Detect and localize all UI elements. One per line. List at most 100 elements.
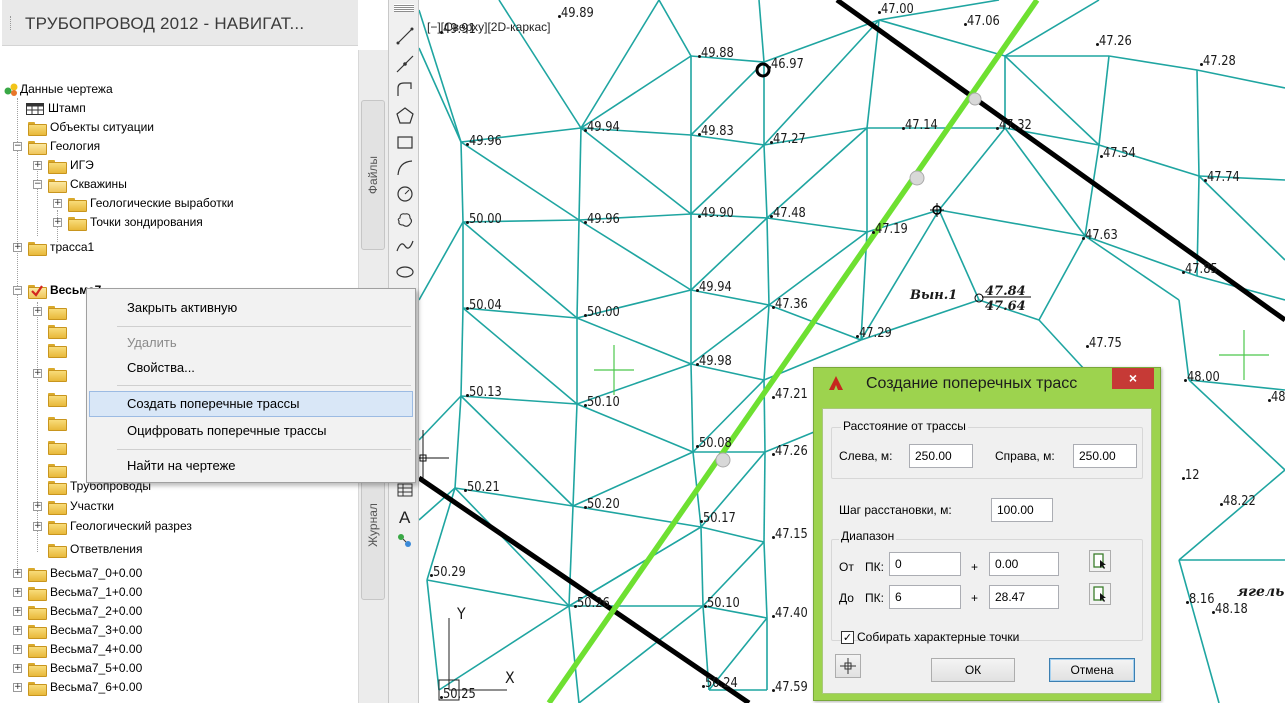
elevation-label: 49.90 bbox=[701, 206, 734, 221]
tree-item-stamp[interactable]: Штамп bbox=[0, 99, 300, 118]
survey-point-dot bbox=[700, 520, 703, 523]
left-distance-input[interactable]: 250.00 bbox=[909, 444, 973, 468]
tree-item-child[interactable] bbox=[0, 413, 80, 432]
elevation-label: 47.14 bbox=[905, 118, 938, 133]
elevation-label: 50.25 bbox=[443, 687, 476, 702]
polygon-tool-icon[interactable] bbox=[395, 106, 415, 126]
survey-point-dot bbox=[1212, 611, 1215, 614]
tree-item-cross-route[interactable]: + Весьма7_3+0.00 bbox=[0, 621, 300, 640]
tree-item-sounding-points[interactable]: + Точки зондирования bbox=[0, 213, 300, 232]
polyline-tool-icon[interactable] bbox=[395, 80, 415, 100]
navigator-title: ТРУБОПРОВОД 2012 - НАВИГАТ... bbox=[25, 14, 305, 33]
step-input[interactable]: 100.00 bbox=[991, 498, 1053, 522]
expand-toggle-icon[interactable]: + bbox=[33, 307, 42, 316]
dialog-title-bar[interactable]: Создание поперечных трасс × bbox=[814, 368, 1160, 400]
spline-tool-icon[interactable] bbox=[395, 236, 415, 256]
rectangle-tool-icon[interactable] bbox=[395, 132, 415, 152]
ok-button[interactable]: ОК bbox=[931, 658, 1015, 682]
to-pk-input[interactable]: 6 bbox=[889, 585, 961, 609]
place-label: ягель bbox=[1237, 584, 1285, 600]
tree-item-child[interactable]: + bbox=[0, 364, 80, 383]
tree-item-child[interactable] bbox=[0, 321, 80, 340]
expand-toggle-icon[interactable]: + bbox=[13, 664, 22, 673]
from-pk-input[interactable]: 0 bbox=[889, 552, 961, 576]
text-tool-icon[interactable]: A bbox=[395, 506, 415, 526]
line-tool-icon[interactable] bbox=[395, 26, 415, 46]
navigator-title-bar[interactable]: ТРУБОПРОВОД 2012 - НАВИГАТ... bbox=[2, 0, 358, 46]
tree-item-cross-route[interactable]: + Весьма7_1+0.00 bbox=[0, 583, 300, 602]
point-style-icon[interactable] bbox=[395, 530, 415, 550]
expand-toggle-icon[interactable]: + bbox=[13, 607, 22, 616]
menu-item-create-cross-routes[interactable]: Создать поперечные трассы bbox=[89, 391, 413, 417]
survey-point-dot bbox=[698, 55, 701, 58]
expand-toggle-icon[interactable]: + bbox=[13, 569, 22, 578]
to-offset-input[interactable]: 28.47 bbox=[989, 585, 1059, 609]
to-label: До bbox=[839, 591, 854, 605]
expand-toggle-icon[interactable]: + bbox=[53, 218, 62, 227]
elevation-label: 47.63 bbox=[1085, 228, 1118, 243]
tree-item-geological-section[interactable]: + Геологический разрез bbox=[0, 517, 300, 536]
ellipse-tool-icon[interactable] bbox=[395, 262, 415, 282]
elevation-label: 47.15 bbox=[775, 527, 808, 542]
tree-item-cross-route[interactable]: + Весьма7_0+0.00 bbox=[0, 564, 300, 583]
pick-from-point-button[interactable] bbox=[1089, 550, 1111, 572]
tree-item-ige[interactable]: + ИГЭ bbox=[0, 156, 300, 175]
tree-item-geological-workings[interactable]: + Геологические выработки bbox=[0, 194, 300, 213]
survey-point-dot bbox=[584, 506, 587, 509]
expand-toggle-icon[interactable]: + bbox=[33, 161, 42, 170]
cancel-button[interactable]: Отмена bbox=[1049, 658, 1135, 682]
collect-points-checkbox[interactable]: ✓ bbox=[841, 631, 854, 644]
expand-toggle-icon[interactable]: + bbox=[13, 243, 22, 252]
tree-item-cross-route[interactable]: + Весьма7_5+0.00 bbox=[0, 659, 300, 678]
expand-toggle-icon[interactable]: + bbox=[33, 369, 42, 378]
tree-item-branches[interactable]: Ответвления bbox=[0, 540, 300, 559]
folder-icon bbox=[48, 160, 67, 174]
tree-item-situation-objects[interactable]: Объекты ситуации bbox=[0, 118, 300, 137]
snap-point-button[interactable] bbox=[835, 654, 861, 678]
tree-item-child[interactable] bbox=[0, 340, 80, 359]
table-tool-icon[interactable] bbox=[395, 480, 415, 500]
tree-item-drawing-data[interactable]: Данные чертежа bbox=[0, 80, 300, 99]
menu-item-digitize-cross-routes[interactable]: Оцифровать поперечные трассы bbox=[89, 418, 413, 444]
collapse-toggle-icon[interactable]: − bbox=[13, 286, 22, 295]
tree-item-child[interactable] bbox=[0, 437, 80, 456]
tree-item-cross-route[interactable]: + Весьма7_4+0.00 bbox=[0, 640, 300, 659]
expand-toggle-icon[interactable]: + bbox=[13, 645, 22, 654]
pick-to-point-button[interactable] bbox=[1089, 583, 1111, 605]
dialog-close-button[interactable]: × bbox=[1112, 368, 1154, 389]
expand-toggle-icon[interactable]: + bbox=[53, 199, 62, 208]
circle-tool-icon[interactable] bbox=[395, 184, 415, 204]
tree-item-child[interactable]: + bbox=[0, 302, 80, 321]
collapse-toggle-icon[interactable]: − bbox=[13, 142, 22, 151]
tab-files[interactable]: Файлы bbox=[361, 100, 385, 250]
panel-grip[interactable] bbox=[10, 16, 12, 30]
right-distance-input[interactable]: 250.00 bbox=[1073, 444, 1137, 468]
collapse-toggle-icon[interactable]: − bbox=[33, 180, 42, 189]
tree-item-cross-route[interactable]: + Весьма7_2+0.00 bbox=[0, 602, 300, 621]
tree-item-cross-route[interactable]: + Весьма7_6+0.00 bbox=[0, 678, 300, 697]
elevation-label: 50.24 bbox=[705, 676, 738, 691]
expand-toggle-icon[interactable]: + bbox=[13, 683, 22, 692]
revcloud-tool-icon[interactable] bbox=[395, 210, 415, 230]
expand-toggle-icon[interactable]: + bbox=[13, 588, 22, 597]
create-cross-routes-dialog: Создание поперечных трасс × Расстояние о… bbox=[813, 367, 1161, 701]
survey-point-dot bbox=[440, 696, 443, 699]
expand-toggle-icon[interactable]: + bbox=[33, 502, 42, 511]
tree-item-geology[interactable]: − Геология bbox=[0, 137, 300, 156]
arc-tool-icon[interactable] bbox=[395, 158, 415, 178]
tree-item-sections[interactable]: + Участки bbox=[0, 497, 300, 516]
toolbar-grip[interactable] bbox=[394, 4, 414, 12]
menu-item-delete[interactable]: Удалить bbox=[89, 330, 413, 356]
elevation-label: 49.91 bbox=[443, 22, 476, 37]
tree-item-wells[interactable]: − Скважины bbox=[0, 175, 300, 194]
tree-item-child[interactable] bbox=[0, 389, 80, 408]
xline-tool-icon[interactable] bbox=[395, 54, 415, 74]
menu-item-find-in-drawing[interactable]: Найти на чертеже bbox=[89, 453, 413, 479]
elevation-label: 47.48 bbox=[773, 206, 806, 221]
expand-toggle-icon[interactable]: + bbox=[13, 626, 22, 635]
menu-item-properties[interactable]: Свойства... bbox=[89, 355, 413, 381]
from-offset-input[interactable]: 0.00 bbox=[989, 552, 1059, 576]
tree-item-route-1[interactable]: + трасса1 bbox=[0, 238, 300, 257]
expand-toggle-icon[interactable]: + bbox=[33, 522, 42, 531]
menu-item-close-active[interactable]: Закрыть активную bbox=[89, 295, 413, 321]
